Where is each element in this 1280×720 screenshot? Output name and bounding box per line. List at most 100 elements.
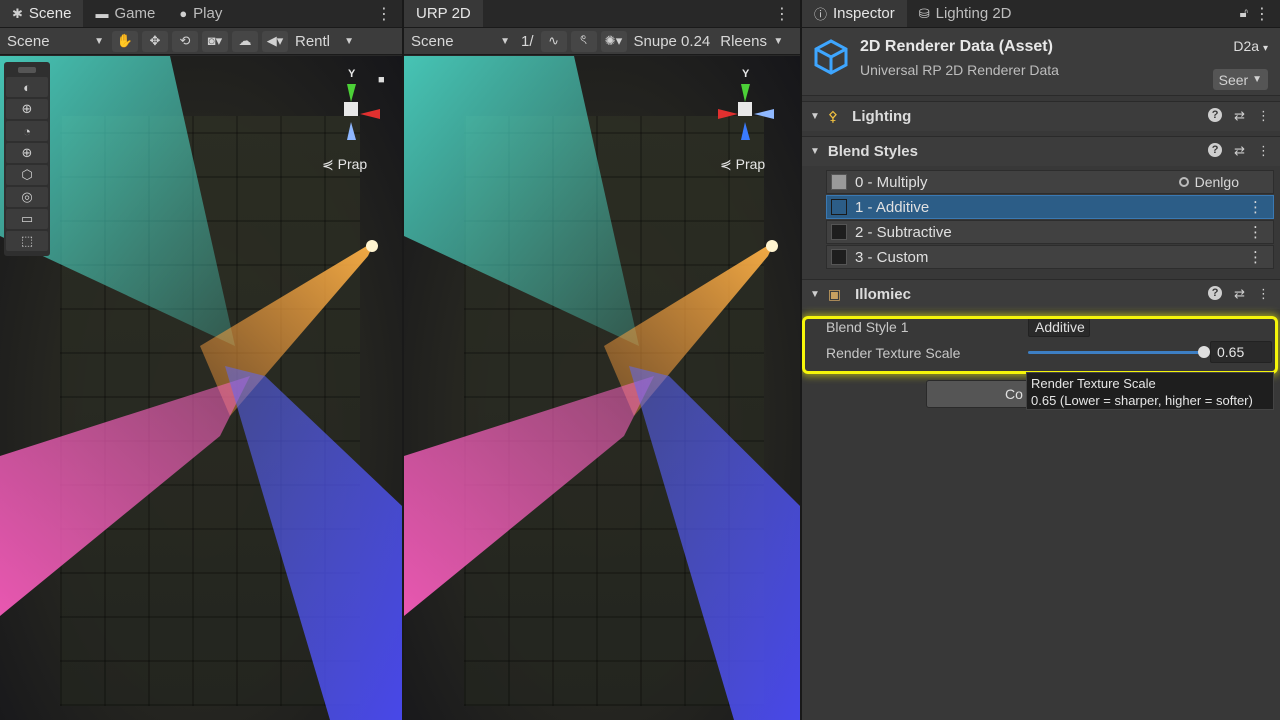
wave-icon[interactable]: ∿ (540, 30, 567, 52)
play-icon: ● (179, 6, 188, 21)
help-icon[interactable]: ? (1208, 108, 1223, 122)
move-gizmo-icon[interactable]: ⊕ (6, 99, 48, 119)
audio-icon[interactable]: ◀▾ (262, 30, 288, 52)
help-icon[interactable]: ? (1208, 143, 1223, 157)
more-options-icon[interactable]: ⋮ (1257, 108, 1270, 124)
scene-view-pane: ✱ Scene ▬ Game ● Play ⋮ Scene ▼ ✋ ✥ ⟲ ◙▾ … (0, 0, 402, 720)
lighting-section-header[interactable]: ▼ ⚴ Lighting ? ⇄ ⋮ (802, 101, 1280, 131)
scene-toolbar: Scene ▼ ✋ ✥ ⟲ ◙▾ ☁ ◀▾ Rentl ▼ (0, 28, 402, 55)
tab-inspector[interactable]: ⓘ Inspector (802, 0, 907, 27)
shape-value[interactable]: Snupe 0.24 (631, 33, 714, 50)
blend-styles-list: 0 - Multiply Denlgo 1 - Additive ⋮ 2 - S… (826, 170, 1274, 270)
tab-urp-2d[interactable]: URP 2D (404, 0, 483, 27)
scene-tabbar: ✱ Scene ▬ Game ● Play ⋮ (0, 0, 402, 28)
more-options-icon[interactable]: ⋮ (1257, 143, 1270, 159)
blend-style-row-additive[interactable]: 1 - Additive ⋮ (826, 195, 1274, 219)
scale-gizmo-icon[interactable]: ⊕ (6, 143, 48, 163)
camera-icon[interactable]: ◙▾ (202, 30, 228, 52)
cloud-icon[interactable]: ☁ (232, 30, 258, 52)
color-swatch[interactable] (831, 174, 847, 190)
gear-icon[interactable]: ✺▾ (600, 30, 627, 52)
color-swatch[interactable] (831, 224, 847, 240)
asset-cube-icon (814, 39, 848, 75)
hand-tool-icon[interactable]: ✋ (112, 30, 138, 52)
lock-icon[interactable]: 🔓︎ (1240, 5, 1248, 21)
rotate-tool-icon[interactable]: ⟲ (172, 30, 198, 52)
scene-icon: ✱ (12, 5, 23, 21)
cylinder-icon: ⛁ (918, 5, 930, 21)
overlay-toolbar: ◐ ⊕ ◔ ⊕ ⬡ ◎ ▭ ⬚ (4, 62, 50, 256)
more-options-icon[interactable]: ⋮ (376, 4, 392, 24)
blend-style-row-custom[interactable]: 3 - Custom ⋮ (826, 245, 1274, 269)
more-options-icon[interactable]: ⋮ (1254, 4, 1270, 24)
highlight-box (802, 316, 1278, 374)
transform-tool-icon[interactable]: ◎ (6, 187, 48, 207)
inspector-pane: ⓘ Inspector ⛁ Lighting 2D 🔓︎ ⋮ 2D Render… (802, 0, 1280, 720)
more-options-icon[interactable]: ⋮ (1248, 198, 1263, 216)
chevron-down-icon: ▼ (773, 35, 784, 47)
perspective-label[interactable]: ⋞ Prap (322, 156, 367, 173)
render-mode-dropdown[interactable]: Rentl ▼ (292, 31, 358, 52)
foldout-arrow-icon[interactable]: ▼ (810, 111, 820, 122)
preset-sliders-icon[interactable]: ⇄ (1234, 286, 1245, 302)
chevron-down-icon: ▼ (500, 35, 510, 47)
preset-sliders-icon[interactable]: ⇄ (1234, 143, 1245, 159)
tab-scene[interactable]: ✱ Scene (0, 0, 84, 27)
urp-tabbar: URP 2D ⋮ (404, 0, 800, 28)
urp-toolbar: Scene ▼ 1/ ∿ ৎ ✺▾ Snupe 0.24 Rleens ▼ (404, 28, 800, 55)
chevron-down-icon: ▼ (344, 35, 354, 47)
more-options-icon[interactable]: ⋮ (1248, 223, 1263, 241)
chevron-down-icon: ▾ (1262, 43, 1268, 54)
perspective-icon: ⋞ (720, 156, 732, 172)
blend-styles-section-header[interactable]: ▼ Blend Styles ? ⇄ ⋮ (802, 136, 1280, 166)
urp-viewport[interactable]: Y ⋞ Prap (404, 56, 800, 720)
lock-icon[interactable]: ■ (378, 74, 385, 86)
color-swatch[interactable] (831, 199, 847, 215)
tab-play[interactable]: ● Play (167, 0, 234, 27)
scene-view-dropdown[interactable]: Scene ▼ (4, 31, 108, 52)
help-icon[interactable]: ? (1208, 286, 1223, 300)
selection-tool-icon[interactable]: ⬚ (6, 231, 48, 251)
urp-view-pane: URP 2D ⋮ Scene ▼ 1/ ∿ ৎ ✺▾ Snupe 0.24 Rle… (404, 0, 800, 720)
more-options-icon[interactable]: ⋮ (1257, 286, 1270, 302)
gizmo-cube (738, 102, 752, 116)
blend-style-row-subtractive[interactable]: 2 - Subtractive ⋮ (826, 220, 1274, 244)
urp-render-dropdown[interactable]: Rleens ▼ (717, 31, 787, 52)
foldout-arrow-icon[interactable]: ▼ (810, 289, 820, 300)
asset-header-label[interactable]: D2a ▾ (1233, 38, 1268, 54)
inspector-tabbar: ⓘ Inspector ⛁ Lighting 2D 🔓︎ ⋮ (802, 0, 1280, 28)
blue-light-beam (629, 366, 800, 720)
select-button[interactable]: Seer ▼ (1212, 69, 1268, 90)
chevron-down-icon: ▼ (94, 35, 104, 47)
game-icon: ▬ (95, 6, 109, 21)
view-tool-icon[interactable]: ◐ (6, 77, 48, 97)
blend-style-row-multiply[interactable]: 0 - Multiply Denlgo (826, 170, 1274, 194)
perspective-label[interactable]: ⋞ Prap (720, 156, 765, 173)
more-options-icon[interactable]: ⋮ (774, 4, 790, 24)
foldout-arrow-icon[interactable]: ▼ (810, 146, 820, 157)
move-tool-icon[interactable]: ✥ (142, 30, 168, 52)
teal-light-beam (404, 56, 639, 346)
rotate-gizmo-icon[interactable]: ◔ (6, 121, 48, 141)
configure-button[interactable]: Co (926, 380, 1036, 408)
effects-icon[interactable]: ৎ (570, 30, 597, 52)
preset-sliders-icon[interactable]: ⇄ (1234, 108, 1245, 124)
radio-icon[interactable] (1178, 177, 1189, 187)
urp-view-dropdown[interactable]: Scene ▼ (408, 31, 514, 52)
tab-lighting-2d[interactable]: ⛁ Lighting 2D (907, 0, 1024, 27)
chevron-down-icon: ▼ (1252, 74, 1262, 85)
custom-tool-icon[interactable]: ▭ (6, 209, 48, 229)
color-swatch[interactable] (831, 249, 847, 265)
box-icon: ▣ (827, 286, 842, 302)
tab-game[interactable]: ▬ Game (83, 0, 167, 27)
more-options-icon[interactable]: ⋮ (1248, 248, 1263, 266)
tooltip: Render Texture Scale 0.65 (Lower = sharp… (1026, 372, 1274, 410)
zoom-level[interactable]: 1/ (518, 33, 537, 50)
asset-header: 2D Renderer Data (Asset) Universal RP 2D… (802, 28, 1280, 96)
info-icon: ⓘ (814, 7, 828, 22)
orientation-gizmo[interactable]: Y (716, 68, 786, 148)
third-section-header[interactable]: ▼ ▣ Illomiec ? ⇄ ⋮ (802, 279, 1280, 309)
rect-tool-icon[interactable]: ⬡ (6, 165, 48, 185)
scene-viewport[interactable]: ◐ ⊕ ◔ ⊕ ⬡ ◎ ▭ ⬚ Y ■ ⋞ Prap (0, 56, 402, 720)
pink-light-beam (404, 376, 654, 616)
